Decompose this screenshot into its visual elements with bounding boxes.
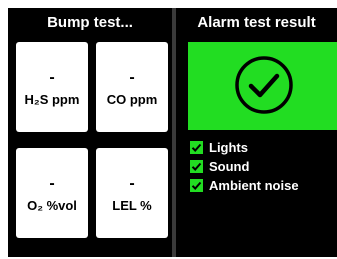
- gas-unit-label: LEL %: [112, 198, 152, 213]
- gas-unit-label: H₂S ppm: [24, 92, 80, 107]
- gas-tile-lel[interactable]: - LEL %: [96, 148, 168, 238]
- check-label: Sound: [209, 159, 250, 174]
- bump-test-title: Bump test...: [47, 14, 133, 31]
- check-item-sound: Sound: [190, 157, 337, 176]
- alarm-result-indicator: [188, 42, 337, 130]
- gas-unit-label: O₂ %vol: [27, 198, 77, 213]
- detector-device: Bump test... - H₂S ppm - CO ppm - O₂ %vo…: [0, 0, 337, 259]
- gas-unit-label: CO ppm: [106, 92, 158, 107]
- checkbox-icon: [190, 160, 203, 173]
- checkbox-icon: [190, 141, 203, 154]
- detector-screen: Bump test... - H₂S ppm - CO ppm - O₂ %vo…: [8, 8, 337, 257]
- gas-reading: -: [49, 69, 55, 86]
- check-label: Lights: [209, 140, 248, 155]
- check-item-lights: Lights: [190, 138, 337, 157]
- alarm-test-panel: Alarm test result Lights Sound Ambient n…: [176, 8, 337, 257]
- alarm-checklist: Lights Sound Ambient noise: [190, 138, 337, 195]
- check-circle-icon: [235, 56, 293, 114]
- bump-test-panel: Bump test... - H₂S ppm - CO ppm - O₂ %vo…: [8, 8, 172, 257]
- checkbox-icon: [190, 179, 203, 192]
- alarm-test-title: Alarm test result: [197, 14, 316, 31]
- gas-tile-co[interactable]: - CO ppm: [96, 42, 168, 132]
- check-label: Ambient noise: [209, 178, 299, 193]
- gas-reading: -: [129, 69, 135, 86]
- gas-reading: -: [49, 175, 55, 192]
- gas-reading: -: [129, 175, 135, 192]
- gas-tile-o2[interactable]: - O₂ %vol: [16, 148, 88, 238]
- check-item-ambient-noise: Ambient noise: [190, 176, 337, 195]
- gas-tile-h2s[interactable]: - H₂S ppm: [16, 42, 88, 132]
